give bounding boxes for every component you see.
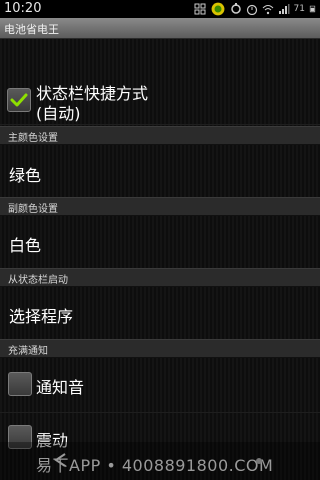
app-title: 电池省电王 (4, 23, 59, 36)
shortcut-preference-row[interactable]: 状态栏快捷方式 (自动) (0, 69, 320, 125)
battery-icon (309, 5, 316, 13)
grid-icon (194, 3, 206, 15)
section-primary-color: 主颜色设置 (0, 126, 320, 145)
section-secondary-color: 副颜色设置 (0, 197, 320, 216)
wifi-icon (262, 5, 273, 15)
dot-icon (256, 458, 262, 464)
notify-sound-label: 通知音 (36, 378, 85, 397)
sync-icon (230, 3, 241, 14)
status-time: 10:20 (4, 1, 42, 16)
section-secondary-color-label: 副颜色设置 (8, 204, 58, 215)
shortcut-sublabel: (自动) (36, 104, 81, 123)
secondary-color-value: 白色 (9, 236, 42, 255)
section-launch-label: 从状态栏启动 (8, 275, 68, 286)
signal-icon (278, 4, 290, 14)
notify-sound-row[interactable]: 通知音 (0, 357, 320, 413)
status-icons: 71 (194, 2, 316, 16)
notify-sound-checkbox[interactable] (8, 372, 32, 396)
watermark-text: 易下APP • 4008891800.COM (36, 456, 274, 475)
section-launch: 从状态栏启动 (0, 268, 320, 287)
app-notification-icon (211, 2, 224, 16)
section-full-notify-label: 充满通知 (8, 346, 48, 357)
back-arrow-icon (54, 453, 66, 467)
alarm-icon (246, 4, 257, 15)
preferences-list[interactable]: 状态栏快捷方式 (自动) 主颜色设置 绿色 副颜色设置 白色 从状态栏启动 选择… (0, 39, 320, 480)
battery-text: 71 (293, 4, 305, 14)
launch-program-value: 选择程序 (9, 307, 74, 326)
primary-color-value: 绿色 (9, 166, 42, 185)
section-primary-color-label: 主颜色设置 (8, 133, 58, 144)
title-bar: 电池省电王 (0, 18, 320, 39)
secondary-color-row[interactable]: 白色 (0, 215, 320, 271)
primary-color-row[interactable]: 绿色 (0, 144, 320, 200)
status-bar: 10:20 71 (0, 0, 320, 18)
checkmark-icon (10, 93, 28, 107)
launch-program-row[interactable]: 选择程序 (0, 286, 320, 342)
shortcut-checkbox[interactable] (7, 88, 31, 112)
watermark-bar: 易下APP • 4008891800.COM (0, 442, 320, 480)
section-full-notify: 充满通知 (0, 339, 320, 358)
